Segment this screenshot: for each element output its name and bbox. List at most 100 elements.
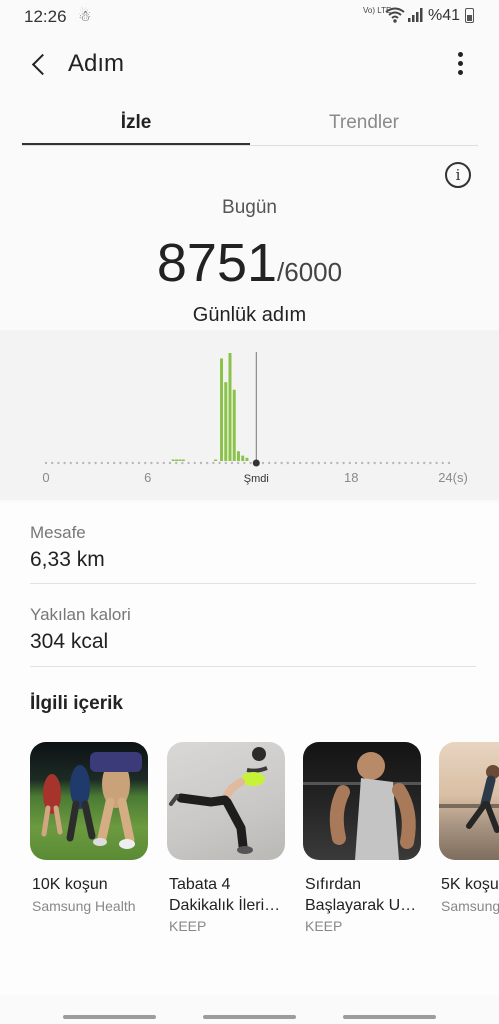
axis-dot — [82, 461, 85, 465]
status-bar: 12:26 ☃ Vo) LTE %41 — [0, 0, 499, 34]
axis-dot — [94, 461, 97, 465]
step-bar — [214, 459, 218, 461]
related-content-title: İlgili içerik — [30, 693, 123, 714]
axis-dot — [416, 461, 420, 465]
related-item[interactable]: Tabata 4 Dakikalık İleri… KEEP — [167, 742, 287, 942]
axis-dot — [404, 461, 407, 465]
app-bar: Adım — [0, 34, 499, 94]
tabs-divider — [22, 145, 478, 146]
navigation-bar — [0, 1010, 499, 1024]
axis-dot — [330, 461, 333, 465]
axis-dot — [51, 461, 54, 465]
step-bar — [171, 459, 175, 461]
step-bar — [245, 457, 249, 461]
calories-value: 304 kcal — [30, 630, 109, 653]
axis-dot — [311, 461, 314, 465]
axis-dot — [354, 461, 358, 465]
tab-trends[interactable]: Trendler — [250, 98, 478, 146]
axis-dot — [392, 461, 395, 465]
axis-dot — [131, 461, 134, 465]
nav-recents-button[interactable] — [63, 1015, 156, 1019]
related-item-title: 5K koşu — [441, 876, 499, 893]
axis-dot — [150, 461, 153, 465]
axis-dot — [69, 461, 73, 465]
axis-dot — [113, 461, 116, 465]
related-item-title: Sıfırdan Başlayarak U… — [305, 876, 417, 914]
axis-dot — [44, 461, 48, 465]
running-thumbnail — [30, 742, 148, 860]
axis-dot — [63, 461, 66, 465]
axis-dot — [305, 461, 308, 465]
battery-percent: %41 — [428, 7, 461, 24]
axis-dot — [100, 461, 104, 465]
x-tick-label: Şmdi — [244, 473, 269, 485]
axis-dot — [144, 461, 147, 465]
axis-dot — [187, 461, 190, 465]
back-icon[interactable] — [24, 46, 54, 82]
x-tick-label: 6 — [144, 470, 151, 485]
workout-thumbnail — [303, 742, 421, 860]
related-item[interactable]: 10K koşun Samsung Health — [30, 742, 150, 942]
steps-goal: /6000 — [277, 257, 343, 287]
signal-icon — [408, 8, 423, 22]
axis-dot — [156, 461, 159, 465]
related-content-list: 10K koşun Samsung Health Tabata 4 Dakika… — [30, 742, 499, 942]
workout-thumbnail — [167, 742, 285, 860]
axis-dot — [429, 461, 432, 465]
axis-dot — [268, 461, 271, 465]
axis-dot — [292, 461, 296, 465]
axis-dot — [379, 461, 382, 465]
axis-dot — [398, 461, 401, 465]
related-item-source: Samsung — [441, 898, 499, 914]
step-bar — [175, 459, 179, 461]
related-item-title: 10K koşun — [32, 876, 108, 893]
step-bar — [236, 451, 240, 461]
axis-dot — [224, 461, 227, 465]
axis-dot — [323, 461, 327, 465]
step-bar — [178, 459, 182, 461]
battery-icon — [465, 8, 474, 23]
axis-dot — [274, 461, 277, 465]
accessibility-icon: ☃ — [78, 8, 92, 25]
axis-dot — [317, 461, 320, 465]
related-item-source: Samsung Health — [32, 898, 136, 914]
x-tick-label: 0 — [42, 470, 49, 485]
axis-dot — [249, 461, 252, 465]
axis-dot — [348, 461, 351, 465]
step-bar — [224, 382, 228, 461]
related-item[interactable]: Sıfırdan Başlayarak U… KEEP — [303, 742, 423, 942]
step-count: 8751/6000 — [0, 232, 499, 294]
axis-dot — [435, 461, 438, 465]
steps-caption: Günlük adım — [192, 304, 307, 326]
axis-dot — [441, 461, 444, 465]
tab-track[interactable]: İzle — [22, 98, 250, 146]
running-thumbnail — [439, 742, 499, 860]
axis-dot — [243, 461, 246, 465]
related-item[interactable]: 5K koşu Samsung — [439, 742, 499, 942]
step-bar — [181, 459, 185, 461]
axis-dot — [299, 461, 302, 465]
axis-dot — [212, 461, 215, 465]
axis-dot — [261, 461, 265, 465]
axis-dot — [447, 461, 451, 465]
axis-dot — [88, 461, 91, 465]
divider — [30, 583, 476, 584]
divider — [30, 666, 476, 667]
axis-dot — [385, 461, 389, 465]
nav-back-button[interactable] — [343, 1015, 436, 1019]
distance-label: Mesafe — [30, 523, 86, 542]
axis-dot — [410, 461, 413, 465]
calories-label: Yakılan kalori — [30, 605, 131, 624]
axis-dot — [168, 461, 172, 465]
axis-dot — [175, 461, 178, 465]
info-icon[interactable]: i — [445, 162, 471, 188]
distance-value: 6,33 km — [30, 548, 105, 571]
nav-home-button[interactable] — [203, 1015, 296, 1019]
axis-dot — [367, 461, 370, 465]
axis-dot — [218, 461, 221, 465]
axis-dot — [193, 461, 196, 465]
chart-svg: 0 6 Şmdi 18 24(s) — [42, 352, 468, 485]
axis-dot — [119, 461, 122, 465]
more-options-icon[interactable] — [446, 48, 474, 80]
axis-dot — [373, 461, 376, 465]
